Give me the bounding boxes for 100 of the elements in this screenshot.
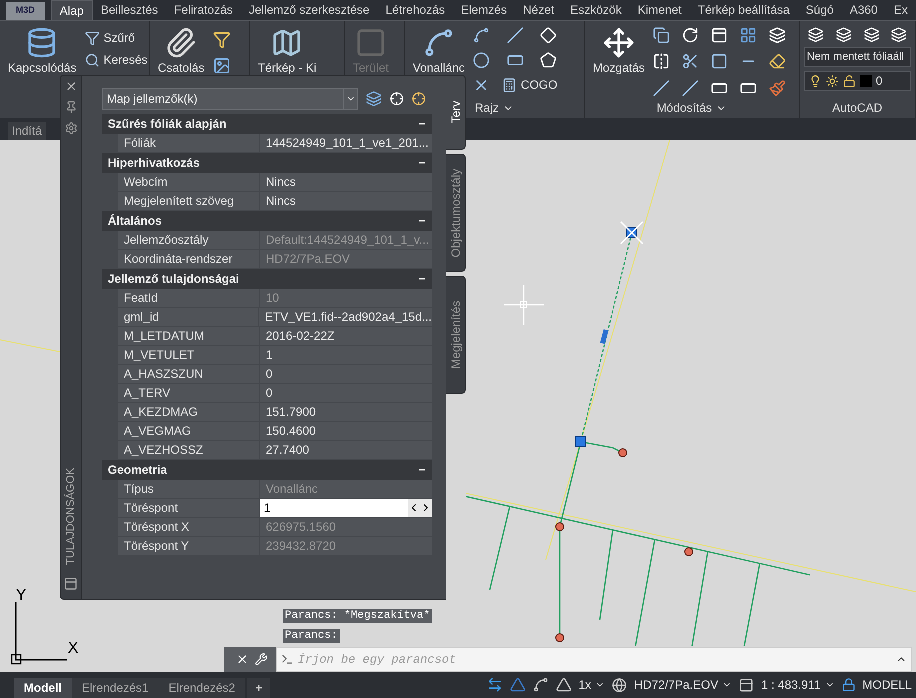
property-value[interactable]: 144524949_101_1_ve1_201... bbox=[260, 134, 432, 153]
palette-tab[interactable]: Megjelenítés bbox=[446, 276, 466, 394]
collapse-toggle[interactable]: − bbox=[418, 154, 426, 172]
add-layout-button[interactable]: + bbox=[247, 678, 270, 698]
ribbon-button[interactable]: Kapcsolódás bbox=[4, 23, 81, 77]
section-title: Jellemző tulajdonságai bbox=[108, 271, 240, 288]
property-value[interactable]: 0 bbox=[260, 384, 432, 403]
property-value[interactable]: 1 bbox=[260, 346, 432, 365]
property-value: Vonallánc bbox=[260, 480, 432, 499]
property-label: Töréspont Y bbox=[118, 537, 260, 556]
guide-line bbox=[0, 339, 60, 353]
selection-dropdown[interactable]: Map jellemzők(k) bbox=[102, 88, 358, 110]
ribbon-button[interactable]: Keresés bbox=[84, 49, 148, 71]
ribbon-tab[interactable]: Elemzés bbox=[453, 0, 516, 20]
ribbon-tab[interactable]: Feliratozás bbox=[166, 0, 241, 20]
polyline-icon bbox=[423, 27, 456, 59]
ribbon-button[interactable]: Csatolás bbox=[154, 23, 209, 77]
ribbon-group-title[interactable]: AutoCAD bbox=[832, 99, 883, 117]
section-header[interactable]: Általános − bbox=[102, 211, 432, 231]
ribbon-button[interactable]: Szűrő bbox=[84, 27, 148, 49]
property-value[interactable]: Nincs bbox=[260, 192, 432, 211]
globe-icon[interactable] bbox=[612, 678, 628, 692]
funnel-icon[interactable] bbox=[212, 31, 231, 49]
search-icon bbox=[84, 52, 100, 68]
collapse-toggle[interactable]: − bbox=[418, 212, 426, 230]
section-header[interactable]: Hiperhivatkozás − bbox=[102, 153, 432, 173]
ribbon-button[interactable]: COGO bbox=[502, 74, 558, 96]
file-tab[interactable]: Indítá bbox=[8, 122, 46, 140]
grid-icon[interactable] bbox=[740, 27, 758, 44]
color-swatch bbox=[860, 75, 872, 87]
collapse-toggle[interactable]: − bbox=[418, 270, 426, 288]
ribbon-button[interactable]: Vonallánc bbox=[409, 23, 470, 77]
section-header[interactable]: Szűrés fóliák alapján − bbox=[102, 114, 432, 134]
rotate-icon[interactable] bbox=[682, 27, 700, 44]
coordinate-system-button[interactable]: HD72/7Pa.EOV bbox=[634, 676, 732, 694]
lock-icon[interactable] bbox=[842, 678, 856, 692]
command-input-field[interactable]: Írjon be egy parancsot bbox=[298, 650, 892, 668]
pentagon-icon[interactable] bbox=[540, 52, 558, 69]
property-value[interactable]: ETV_VE1.fid--2ad902a4_15d... bbox=[259, 308, 432, 327]
layer-state-dropdown[interactable]: Nem mentett fóliaáll bbox=[804, 47, 911, 67]
ribbon-tab[interactable]: A360 bbox=[842, 0, 886, 20]
move-icon bbox=[603, 27, 636, 59]
property-value[interactable]: 2016-02-22Z bbox=[260, 327, 432, 346]
ribbon-tab[interactable]: Alap bbox=[50, 0, 93, 20]
ribbon-tab[interactable]: Létrehozás bbox=[378, 0, 454, 20]
ribbon-group-title[interactable]: Rajz bbox=[474, 99, 514, 117]
property-value: Default:144524949_101_1_v... bbox=[260, 231, 432, 250]
section-header[interactable]: Jellemző tulajdonságai − bbox=[102, 269, 432, 289]
circle-icon[interactable] bbox=[473, 52, 490, 69]
property-value[interactable]: 27.7400 bbox=[260, 441, 432, 460]
database-icon bbox=[26, 27, 58, 59]
swap-icon[interactable] bbox=[486, 677, 503, 693]
arc-icon[interactable] bbox=[473, 27, 490, 44]
scissors-icon[interactable] bbox=[682, 53, 700, 70]
section-header[interactable]: Geometria − bbox=[102, 460, 432, 480]
layout-tab[interactable]: Modell bbox=[14, 678, 72, 698]
customize-icon[interactable] bbox=[255, 653, 268, 666]
close-icon[interactable] bbox=[64, 80, 78, 93]
property-value[interactable]: 150.4600 bbox=[260, 422, 432, 441]
layout-tab[interactable]: Elrendezés1 bbox=[72, 678, 159, 698]
ribbon-tab[interactable]: Nézet bbox=[515, 0, 562, 20]
ribbon-button[interactable]: Mozgatás bbox=[589, 23, 650, 77]
property-value[interactable]: 151.7900 bbox=[260, 403, 432, 422]
image-icon[interactable] bbox=[212, 57, 231, 75]
ribbon-tab[interactable]: Kimenet bbox=[630, 0, 690, 20]
vertex-spinner-field[interactable]: 1 bbox=[260, 499, 432, 518]
property-label: A_KEZDMAG bbox=[118, 403, 260, 422]
ribbon-tab[interactable]: Eszközök bbox=[562, 0, 630, 20]
collapse-toggle[interactable]: − bbox=[418, 115, 426, 133]
app-menu-button[interactable]: M3D bbox=[6, 2, 45, 20]
ribbon-group-title[interactable]: Módosítás bbox=[656, 99, 728, 117]
ribbon-tab[interactable]: Súgó bbox=[798, 0, 842, 20]
pin-icon[interactable] bbox=[64, 101, 78, 114]
settings-icon[interactable] bbox=[64, 122, 78, 135]
palette-tab[interactable]: Objektumosztály bbox=[446, 154, 466, 272]
property-value[interactable]: 0 bbox=[260, 365, 432, 384]
prompt-icon[interactable] bbox=[281, 653, 294, 666]
line-icon[interactable] bbox=[506, 27, 524, 44]
diamond-icon[interactable] bbox=[540, 27, 558, 44]
stack-icon[interactable] bbox=[769, 27, 786, 44]
ribbon-tab[interactable]: Jellemző szerkesztése bbox=[241, 0, 378, 20]
property-value[interactable]: Nincs bbox=[260, 173, 432, 192]
ribbon-tab[interactable]: Beillesztés bbox=[92, 0, 166, 20]
ribbon-tab[interactable]: Ex bbox=[886, 0, 916, 20]
command-line-field[interactable]: Írjon be egy parancsot bbox=[276, 647, 912, 672]
square-icon[interactable] bbox=[711, 53, 728, 70]
layer-dropdown[interactable]: 0 bbox=[804, 71, 911, 91]
palette-tab[interactable]: Terv bbox=[446, 75, 466, 150]
brush-icon[interactable] bbox=[769, 80, 786, 97]
copy-icon[interactable] bbox=[653, 27, 670, 44]
scale-button[interactable]: 1 : 483.911 bbox=[761, 676, 835, 694]
ribbon-button[interactable]: Térkép - Ki bbox=[254, 23, 321, 77]
close-icon[interactable] bbox=[236, 653, 249, 666]
space-button[interactable]: MODELL bbox=[862, 676, 912, 694]
ribbon-tab[interactable]: Térkép beállítása bbox=[690, 0, 798, 20]
eraser-icon[interactable] bbox=[769, 53, 786, 70]
layout-tab[interactable]: Elrendezés2 bbox=[158, 678, 246, 698]
filter-icon bbox=[84, 30, 100, 46]
collapse-toggle[interactable]: − bbox=[418, 461, 426, 479]
annotation-scale-button[interactable]: 1x bbox=[578, 676, 606, 694]
